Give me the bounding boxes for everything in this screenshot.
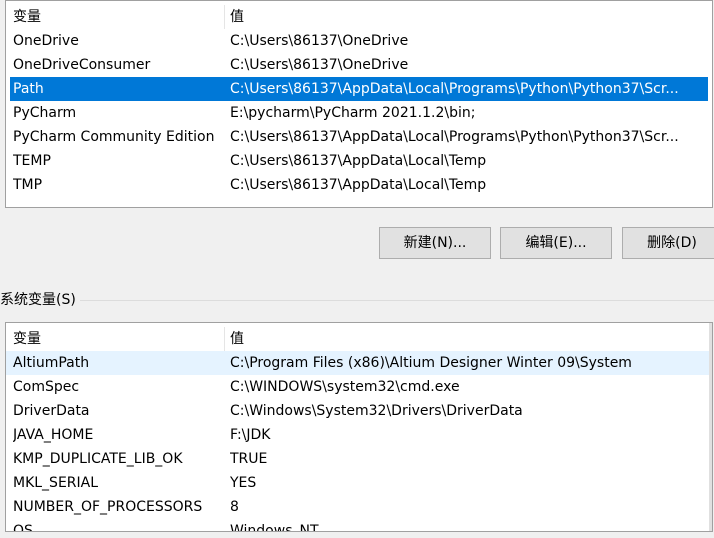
user-var-row-pycharm[interactable]: PyCharm E:\pycharm\PyCharm 2021.1.2\bin; [6, 101, 712, 125]
var-name: KMP_DUPLICATE_LIB_OK [13, 451, 183, 467]
var-value: C:\Users\86137\AppData\Local\Programs\Py… [230, 129, 679, 145]
var-value: E:\pycharm\PyCharm 2021.1.2\bin; [230, 105, 476, 121]
var-value: C:\Windows\System32\Drivers\DriverData [230, 403, 523, 419]
vertical-scrollbar[interactable] [709, 323, 712, 531]
var-value: F:\JDK [230, 427, 271, 443]
sys-var-row-comspec[interactable]: ComSpec C:\WINDOWS\system32\cmd.exe [6, 375, 712, 399]
column-divider[interactable] [224, 5, 225, 29]
var-name: AltiumPath [13, 355, 90, 371]
user-var-row-path[interactable]: Path C:\Users\86137\AppData\Local\Progra… [10, 77, 708, 101]
var-value: C:\Program Files (x86)\Altium Designer W… [230, 355, 632, 371]
header-variable[interactable]: 变量 [13, 5, 223, 29]
system-variables-header: 变量 值 [6, 327, 712, 351]
header-variable[interactable]: 变量 [13, 327, 223, 351]
sys-var-row-os[interactable]: OS Windows_NT [6, 519, 712, 532]
var-name: OneDrive [13, 33, 79, 49]
header-value[interactable]: 值 [230, 5, 708, 29]
var-value: C:\Users\86137\AppData\Local\Programs\Py… [230, 81, 679, 97]
user-var-row-tmp[interactable]: TMP C:\Users\86137\AppData\Local\Temp [6, 173, 712, 197]
var-value: C:\Users\86137\AppData\Local\Temp [230, 177, 487, 193]
var-name: DriverData [13, 403, 90, 419]
var-name: Path [13, 81, 44, 97]
new-button[interactable]: 新建(N)... [379, 227, 491, 259]
user-variables-list[interactable]: 变量 值 OneDrive C:\Users\86137\OneDrive On… [5, 0, 713, 208]
system-variables-list[interactable]: 变量 值 AltiumPath C:\Program Files (x86)\A… [5, 322, 713, 532]
user-var-row-onedriveconsumer[interactable]: OneDriveConsumer C:\Users\86137\OneDrive [6, 53, 712, 77]
header-value[interactable]: 值 [230, 327, 708, 351]
var-name: PyCharm Community Edition [13, 129, 215, 145]
var-value: C:\Users\86137\OneDrive [230, 57, 409, 73]
var-name: JAVA_HOME [13, 427, 94, 443]
var-value: YES [230, 475, 257, 491]
var-name: OS [13, 523, 33, 532]
group-border [80, 300, 714, 301]
var-value: C:\Users\86137\AppData\Local\Temp [230, 153, 487, 169]
var-name: MKL_SERIAL [13, 475, 99, 491]
user-var-row-onedrive[interactable]: OneDrive C:\Users\86137\OneDrive [6, 29, 712, 53]
system-variables-label: 系统变量(S) [0, 290, 80, 310]
var-name: OneDriveConsumer [13, 57, 151, 73]
sys-var-row-mkl-serial[interactable]: MKL_SERIAL YES [6, 471, 712, 495]
sys-var-row-driverdata[interactable]: DriverData C:\Windows\System32\Drivers\D… [6, 399, 712, 423]
user-var-row-pycharm-community[interactable]: PyCharm Community Edition C:\Users\86137… [6, 125, 712, 149]
var-value: C:\WINDOWS\system32\cmd.exe [230, 379, 460, 395]
sys-var-row-kmp-duplicate[interactable]: KMP_DUPLICATE_LIB_OK TRUE [6, 447, 712, 471]
var-name: PyCharm [13, 105, 77, 121]
user-var-row-temp[interactable]: TEMP C:\Users\86137\AppData\Local\Temp [6, 149, 712, 173]
user-variables-header: 变量 值 [6, 5, 712, 29]
var-value: TRUE [230, 451, 268, 467]
sys-var-row-altiumpath[interactable]: AltiumPath C:\Program Files (x86)\Altium… [6, 351, 712, 375]
var-name: TEMP [13, 153, 51, 169]
var-name: ComSpec [13, 379, 80, 395]
var-name: NUMBER_OF_PROCESSORS [13, 499, 203, 515]
column-divider[interactable] [224, 327, 225, 351]
var-value: C:\Users\86137\OneDrive [230, 33, 409, 49]
var-value: Windows_NT [230, 523, 319, 532]
sys-var-row-number-of-processors[interactable]: NUMBER_OF_PROCESSORS 8 [6, 495, 712, 519]
sys-var-row-java-home[interactable]: JAVA_HOME F:\JDK [6, 423, 712, 447]
edit-button[interactable]: 编辑(E)... [500, 227, 612, 259]
delete-button[interactable]: 删除(D) [622, 227, 714, 259]
var-value: 8 [230, 499, 239, 515]
var-name: TMP [13, 177, 43, 193]
